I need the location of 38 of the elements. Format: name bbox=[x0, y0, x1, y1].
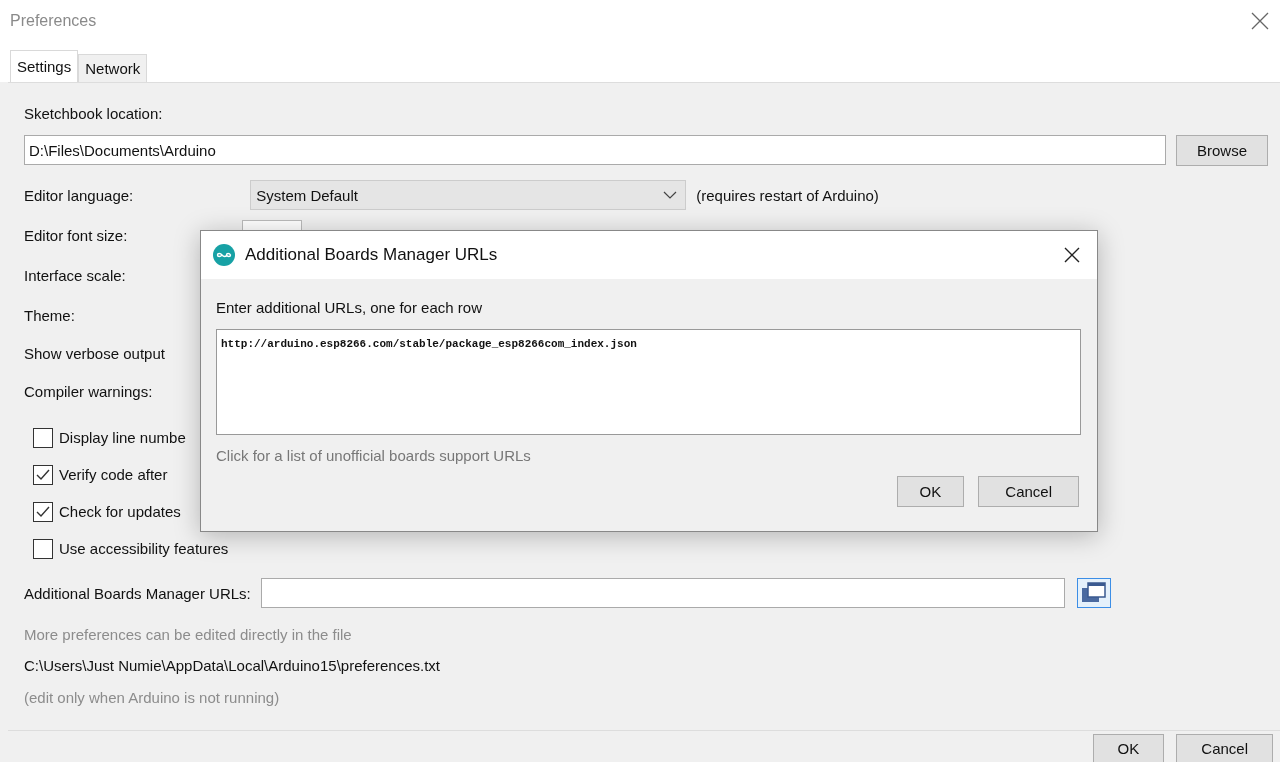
preferences-path: C:\Users\Just Numie\AppData\Local\Arduino15\preferences.txt bbox=[24, 656, 441, 674]
checkbox-label: Verify code after bbox=[59, 466, 168, 483]
tab[interactable]: Network bbox=[78, 54, 148, 82]
checkbox-label: Use accessibility features bbox=[59, 540, 229, 557]
unofficial-boards-link[interactable]: Click for a list of unofficial boards support URLs bbox=[216, 447, 531, 464]
chevron-down-icon bbox=[663, 191, 678, 199]
field-label: Sketchbook location: bbox=[24, 104, 163, 122]
window-icon[interactable] bbox=[1076, 578, 1111, 608]
language-dropdown[interactable]: System Default bbox=[250, 180, 687, 210]
checkbox[interactable] bbox=[33, 427, 53, 448]
ok-button[interactable]: OK bbox=[896, 476, 965, 507]
checkbox-label: Display line numbe bbox=[59, 429, 186, 446]
field-label: Theme: bbox=[24, 306, 75, 324]
checkbox[interactable] bbox=[33, 538, 53, 559]
urls-text-area[interactable]: http://arduino.esp8266.com/stable/package_esp8266com_index.json bbox=[216, 329, 1081, 435]
field-label: Compiler warnings: bbox=[24, 382, 153, 400]
prompt-text: Enter additional URLs, one for each row bbox=[216, 299, 483, 318]
info-text: More preferences can be edited directly in the file bbox=[24, 625, 352, 643]
field-label: Additional Boards Manager URLs: bbox=[24, 584, 251, 602]
sketchbook-path-field[interactable]: D:\Files\Documents\Arduino bbox=[24, 135, 1166, 165]
checkbox-label: Check for updates bbox=[59, 503, 181, 520]
field-label: Editor language: bbox=[24, 186, 134, 204]
field-label: Editor font size: bbox=[24, 226, 128, 244]
restart-note: (requires restart of Arduino) bbox=[696, 186, 879, 204]
cancel-button[interactable]: Cancel bbox=[978, 476, 1079, 507]
dialog-title: Additional Boards Manager URLs bbox=[245, 245, 499, 265]
boards-urls-field[interactable] bbox=[260, 578, 1065, 608]
field-label: Interface scale: bbox=[24, 266, 126, 284]
tab[interactable]: Settings bbox=[10, 50, 79, 82]
running-note: (edit only when Arduino is not running) bbox=[24, 688, 280, 706]
checkbox[interactable] bbox=[33, 464, 53, 485]
cancel-button[interactable]: Cancel bbox=[1176, 734, 1273, 762]
checkbox[interactable] bbox=[33, 501, 53, 522]
window-title: Preferences bbox=[10, 12, 97, 30]
infinity-logo-icon bbox=[213, 244, 235, 266]
ok-button[interactable]: OK bbox=[1092, 734, 1165, 762]
field-label: Show verbose output bbox=[24, 344, 165, 362]
browse-button[interactable]: Browse bbox=[1175, 134, 1268, 166]
